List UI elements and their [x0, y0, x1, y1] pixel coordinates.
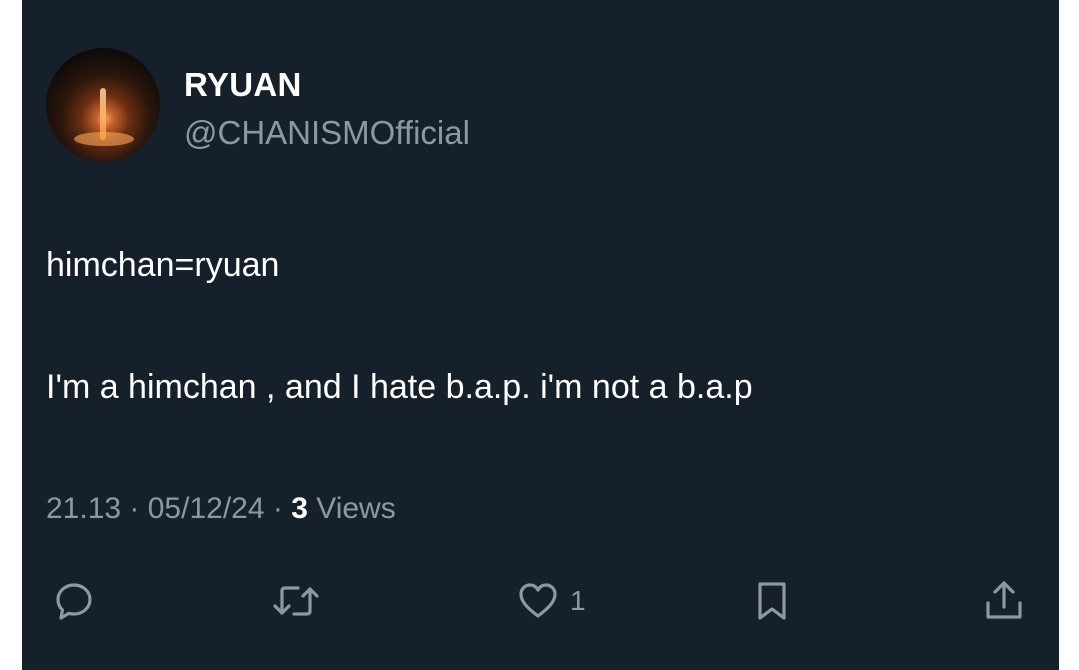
tweet-date[interactable]: 05/12/24: [148, 492, 265, 525]
page: RYUAN @CHANISMOfficial himchan=ryuan I'm…: [0, 0, 1079, 670]
tweet-card: RYUAN @CHANISMOfficial himchan=ryuan I'm…: [22, 0, 1059, 670]
heart-icon: [516, 579, 560, 623]
tweet-time[interactable]: 21.13: [46, 492, 121, 525]
avatar[interactable]: [46, 48, 160, 162]
tweet-text-line-1: himchan=ryuan: [46, 246, 280, 284]
reply-button[interactable]: [52, 578, 96, 624]
tweet-meta: 21.13 · 05/12/24 · 3 Views: [46, 492, 396, 526]
views-count: 3: [291, 492, 308, 525]
views-label: Views: [307, 492, 396, 525]
meta-separator: ·: [264, 492, 292, 525]
tweet-text-line-2: I'm a himchan , and I hate b.a.p. i'm no…: [46, 368, 753, 406]
retweet-button[interactable]: [272, 578, 320, 624]
share-icon: [982, 579, 1026, 623]
meta-separator: ·: [121, 492, 148, 525]
share-button[interactable]: [982, 578, 1026, 624]
author-display-name[interactable]: RYUAN: [184, 66, 302, 104]
bookmark-button[interactable]: [750, 578, 794, 624]
avatar-glow: [74, 132, 134, 146]
like-button[interactable]: 1: [516, 578, 586, 624]
reply-icon: [52, 579, 96, 623]
retweet-icon: [272, 579, 320, 623]
bookmark-icon: [750, 579, 794, 623]
author-handle[interactable]: @CHANISMOfficial: [184, 114, 470, 152]
like-count: 1: [570, 585, 586, 616]
